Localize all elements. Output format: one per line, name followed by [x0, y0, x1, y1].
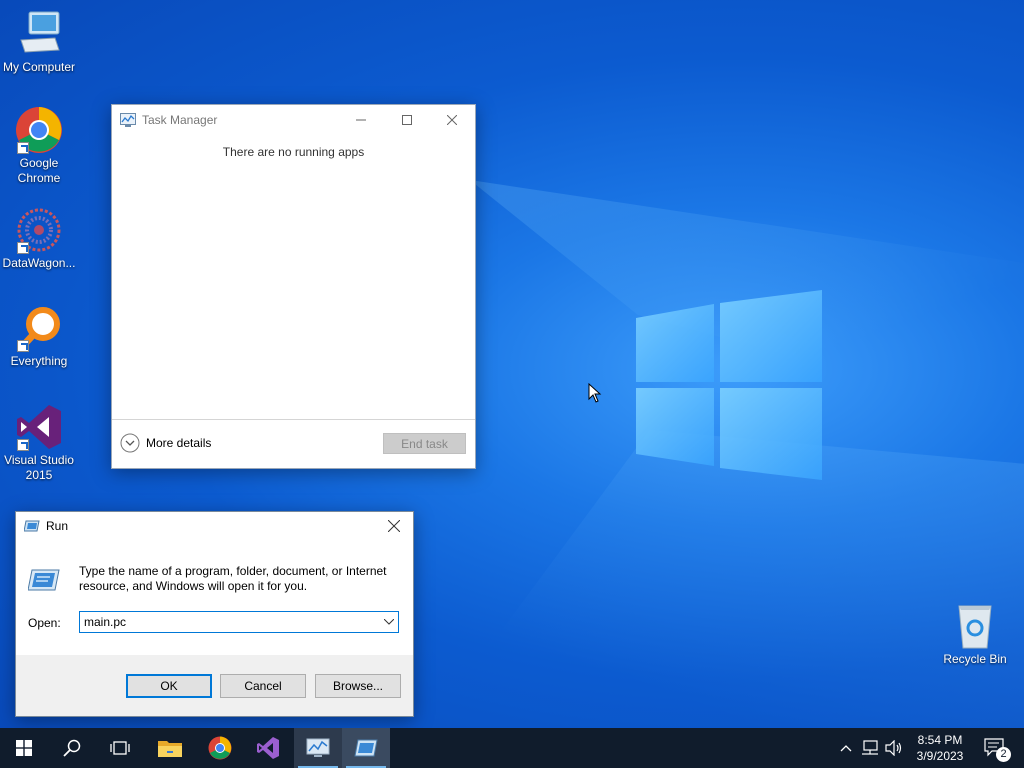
divider: [112, 419, 475, 420]
everything-search-icon: [15, 304, 63, 352]
desktop-icon-label: DataWagon...: [2, 256, 76, 270]
run-dialog[interactable]: Run Type the name of a program, folder, …: [15, 511, 414, 717]
desktop-icon-label: Everything: [10, 354, 68, 368]
desktop-icon-visual-studio[interactable]: Visual Studio 2015: [0, 403, 79, 483]
minimize-icon: [356, 119, 366, 121]
recycle-bin-icon: [951, 602, 999, 650]
cancel-button[interactable]: Cancel: [220, 674, 306, 698]
taskbar-run[interactable]: [342, 728, 390, 768]
computer-icon: [15, 10, 63, 58]
open-combobox[interactable]: [79, 611, 399, 633]
task-manager-window[interactable]: Task Manager There are no running apps M…: [111, 104, 476, 469]
task-manager-titlebar[interactable]: Task Manager: [112, 105, 475, 135]
visual-studio-icon: [15, 403, 63, 451]
desktop-icon-recycle-bin[interactable]: Recycle Bin: [935, 602, 1015, 667]
shortcut-arrow-icon: [17, 340, 29, 352]
more-details-toggle[interactable]: More details: [120, 433, 211, 453]
open-input[interactable]: [84, 614, 374, 630]
taskbar-file-explorer[interactable]: [146, 728, 194, 768]
close-button[interactable]: [375, 512, 413, 540]
taskbar-task-manager[interactable]: [294, 728, 342, 768]
taskbar-clock[interactable]: 8:54 PM 3/9/2023: [906, 732, 974, 764]
light-beam: [400, 430, 1024, 768]
close-icon: [447, 115, 457, 125]
clock-time: 8:54 PM: [917, 733, 963, 747]
ok-button[interactable]: OK: [126, 674, 212, 698]
maximize-button[interactable]: [384, 105, 430, 135]
search-button[interactable]: [48, 728, 96, 768]
desktop-icon-label: Recycle Bin: [943, 652, 1007, 666]
desktop-icon-label: My Computer: [2, 60, 76, 74]
desktop-icon-label: Google Chrome: [17, 156, 61, 185]
close-button[interactable]: [429, 105, 475, 135]
task-view-icon: [110, 741, 130, 755]
start-button[interactable]: [0, 728, 48, 768]
end-task-button[interactable]: End task: [383, 433, 466, 454]
desktop-icon-datawagon[interactable]: DataWagon...: [0, 206, 79, 271]
task-manager-icon: [120, 113, 136, 127]
window-title: Run: [46, 519, 69, 533]
more-details-label: More details: [146, 436, 212, 450]
taskbar-visual-studio[interactable]: [244, 728, 292, 768]
mouse-cursor-icon: [588, 383, 602, 403]
volume-button[interactable]: [882, 728, 906, 768]
chrome-icon: [15, 106, 63, 154]
show-hidden-icons-button[interactable]: [836, 728, 856, 768]
browse-button[interactable]: Browse...: [315, 674, 401, 698]
no-apps-message: There are no running apps: [222, 145, 365, 159]
chevron-down-icon: [120, 433, 140, 453]
speaker-icon: [885, 740, 902, 756]
window-title: Task Manager: [142, 113, 218, 127]
run-titlebar[interactable]: Run: [16, 512, 413, 540]
network-button[interactable]: [858, 728, 882, 768]
clock-date: 3/9/2023: [916, 749, 964, 763]
minimize-button[interactable]: [338, 105, 384, 135]
run-icon: [24, 520, 40, 532]
desktop-icon-google-chrome[interactable]: Google Chrome: [0, 106, 79, 186]
shortcut-arrow-icon: [17, 242, 29, 254]
open-label: Open:: [28, 616, 61, 630]
network-icon: [862, 740, 878, 755]
desktop-icon-label: Visual Studio 2015: [4, 453, 74, 482]
datawagon-icon: [15, 206, 63, 254]
task-manager-icon: [306, 738, 330, 757]
visual-studio-icon: [257, 737, 279, 759]
chrome-icon: [208, 736, 232, 760]
chevron-down-icon[interactable]: [384, 619, 394, 625]
taskbar: 8:54 PM 3/9/2023 2: [0, 728, 1024, 768]
windows-wallpaper-logo: [636, 290, 822, 480]
search-icon: [63, 739, 81, 757]
run-large-icon: [28, 569, 60, 591]
taskbar-chrome[interactable]: [196, 728, 244, 768]
action-center-button[interactable]: 2: [978, 728, 1012, 768]
chevron-up-icon: [840, 745, 852, 752]
windows-start-icon: [16, 740, 32, 756]
desktop-icon-everything[interactable]: Everything: [0, 304, 79, 369]
desktop-icon-my-computer[interactable]: My Computer: [0, 10, 79, 75]
notification-count-badge: 2: [996, 747, 1011, 762]
close-icon: [388, 520, 400, 532]
folder-icon: [158, 741, 182, 757]
task-view-button[interactable]: [96, 728, 144, 768]
maximize-icon: [402, 115, 412, 125]
run-description: Type the name of a program, folder, docu…: [79, 564, 387, 593]
shortcut-arrow-icon: [17, 439, 29, 451]
shortcut-arrow-icon: [17, 142, 29, 154]
run-icon: [354, 739, 378, 757]
